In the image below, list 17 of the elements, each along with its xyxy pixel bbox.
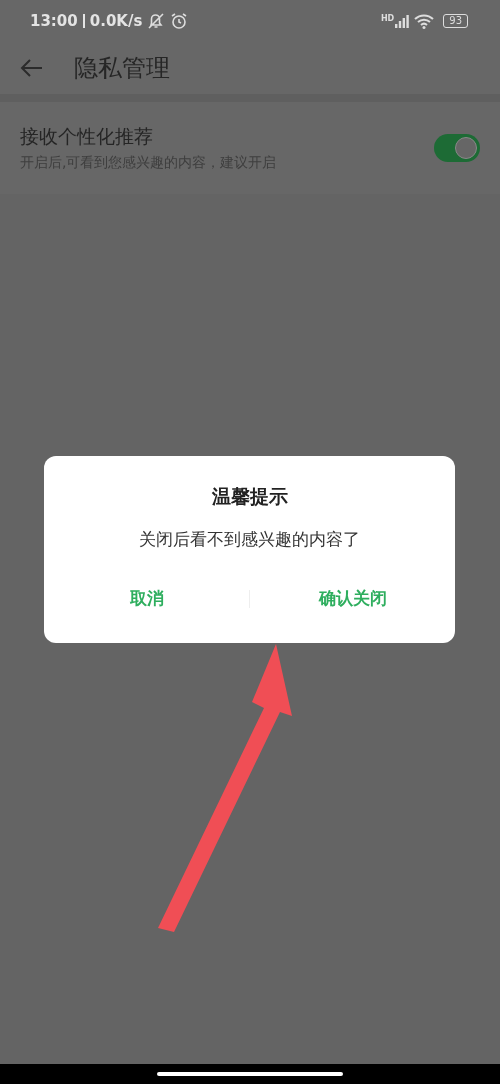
alarm-clock-icon xyxy=(170,12,189,30)
back-arrow-icon[interactable] xyxy=(20,58,44,78)
home-indicator[interactable] xyxy=(157,1072,343,1076)
wifi-icon xyxy=(414,13,435,29)
network-label: HD xyxy=(380,14,395,23)
dialog-message: 关闭后看不到感兴趣的内容了 xyxy=(139,528,360,551)
toggle-switch[interactable] xyxy=(434,134,480,162)
dialog-button[interactable]: 确认关闭 xyxy=(250,579,455,618)
dialog-title: 温馨提示 xyxy=(211,484,288,509)
status-time: 13:00 xyxy=(30,12,78,30)
setting-title: 接收个性化推荐 xyxy=(20,124,154,149)
page-title: 隐私管理 xyxy=(74,53,170,84)
dialog-button[interactable]: 取消 xyxy=(44,579,249,618)
battery-indicator: 93 xyxy=(443,14,468,28)
signal-icon xyxy=(395,14,410,28)
network-speed: 0.0K/s xyxy=(89,12,143,30)
bell-off-icon xyxy=(147,12,166,30)
